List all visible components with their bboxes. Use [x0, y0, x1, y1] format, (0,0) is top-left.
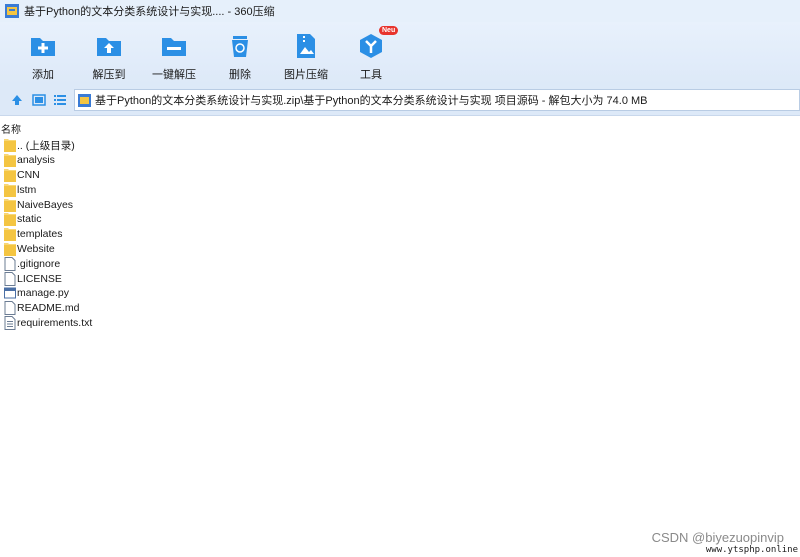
file-name: README.md [17, 302, 80, 315]
list-item[interactable]: manage.py [0, 286, 800, 301]
list-item[interactable]: templates [0, 227, 800, 242]
folder-icon [4, 198, 16, 212]
new-badge: Neu [379, 26, 399, 35]
file-name: .. (上级目录) [17, 139, 75, 152]
folder-icon [4, 154, 16, 168]
file-name: static [17, 213, 42, 226]
file-name: analysis [17, 154, 55, 167]
image-compress-button[interactable]: 图片压缩 [276, 32, 336, 82]
archive-icon [78, 93, 91, 107]
list-item[interactable]: LICENSE [0, 271, 800, 286]
extract-to-icon [97, 38, 121, 56]
file-name: templates [17, 228, 63, 241]
thumbnail-view-icon[interactable] [32, 93, 46, 107]
csdn-watermark: CSDN @biyezuopinvip [651, 530, 784, 545]
toolbar: 添加 解压到 一键解压 删除 图片压缩 Neu 工具 [0, 22, 800, 84]
add-button[interactable]: 添加 [13, 32, 73, 82]
folder-icon [4, 228, 16, 242]
one-click-extract-icon [162, 38, 186, 56]
list-item[interactable]: .. (上级目录) [0, 138, 800, 153]
file-name: NaiveBayes [17, 198, 74, 211]
file-name: .gitignore [17, 257, 61, 270]
name-column-header[interactable]: 名称 [0, 121, 800, 136]
window-title: 基于Python的文本分类系统设计与实现.... - 360压缩 [24, 6, 275, 18]
list-item[interactable]: README.md [0, 301, 800, 316]
site-watermark: www.ytsphp.online [705, 545, 798, 555]
address-bar: 基于Python的文本分类系统设计与实现.zip\基于Python的文本分类系统… [0, 84, 800, 116]
one-click-extract-button[interactable]: 一键解压 [144, 32, 204, 82]
image-compress-icon [297, 34, 315, 58]
folder-icon [4, 183, 16, 197]
file-name: lstm [17, 183, 37, 196]
file-name: CNN [17, 168, 40, 181]
folder-icon [4, 213, 16, 227]
python-file-icon [4, 287, 16, 299]
tools-icon [360, 34, 382, 58]
extract-to-button[interactable]: 解压到 [79, 32, 139, 82]
file-name: Website [17, 242, 55, 255]
list-view-icon[interactable] [53, 93, 67, 107]
file-icon [4, 256, 16, 271]
file-icon [4, 301, 16, 316]
up-arrow-icon[interactable] [10, 93, 24, 107]
list-item[interactable]: CNN [0, 168, 800, 183]
file-icon [4, 271, 16, 286]
path-field[interactable]: 基于Python的文本分类系统设计与实现.zip\基于Python的文本分类系统… [74, 89, 800, 111]
delete-icon [232, 36, 248, 57]
file-name: LICENSE [17, 272, 62, 285]
text-file-icon [4, 315, 16, 330]
list-item[interactable]: requirements.txt [0, 315, 800, 331]
title-bar: 基于Python的文本分类系统设计与实现.... - 360压缩 [0, 0, 800, 22]
tools-button[interactable]: Neu 工具 [341, 26, 401, 82]
folder-icon [4, 168, 16, 182]
list-item[interactable]: .gitignore [0, 256, 800, 271]
list-item[interactable]: lstm [0, 182, 800, 197]
file-name: requirements.txt [17, 316, 93, 329]
delete-button[interactable]: 删除 [210, 32, 270, 82]
app-logo-icon [5, 4, 19, 18]
list-item[interactable]: NaiveBayes [0, 197, 800, 212]
file-name: manage.py [17, 287, 69, 300]
folder-icon [4, 139, 16, 153]
folder-icon [4, 242, 16, 256]
path-text: 基于Python的文本分类系统设计与实现.zip\基于Python的文本分类系统… [95, 95, 648, 107]
file-list: .. (上级目录) analysis CNN lstm NaiveBayes static… [0, 138, 800, 330]
list-item[interactable]: Website [0, 242, 800, 257]
list-item[interactable]: analysis [0, 153, 800, 168]
list-item[interactable]: static [0, 212, 800, 227]
add-icon [31, 38, 55, 56]
